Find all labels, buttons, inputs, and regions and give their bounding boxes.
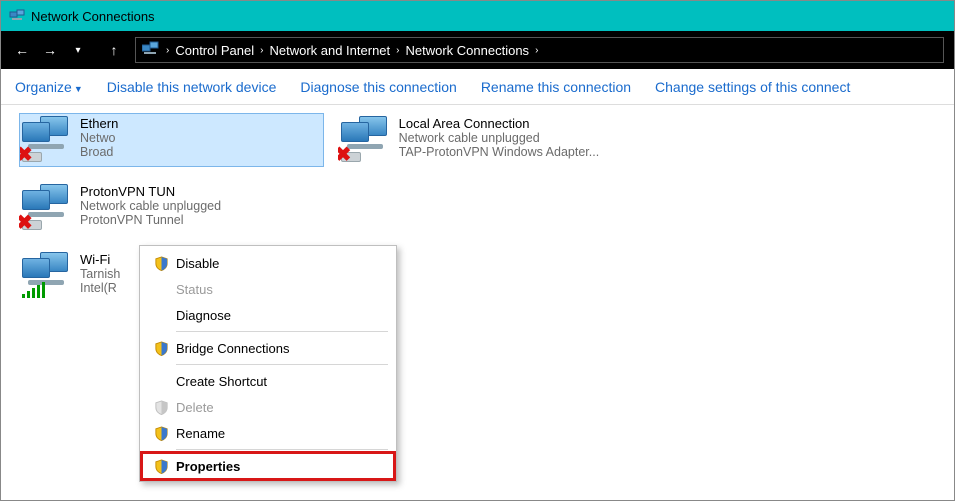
- crumb-network-internet[interactable]: Network and Internet: [265, 43, 394, 58]
- menu-label: Bridge Connections: [176, 341, 289, 356]
- connection-item-local-area[interactable]: ✖ Local Area Connection Network cable un…: [338, 113, 638, 167]
- menu-label: Create Shortcut: [176, 374, 267, 389]
- connection-item-ethernet[interactable]: ✖ Ethern Netwo Broad: [19, 113, 324, 167]
- connection-status: Netwo: [80, 131, 118, 145]
- menu-bridge[interactable]: Bridge Connections: [142, 335, 394, 361]
- menu-separator: [176, 331, 388, 332]
- organize-label: Organize: [15, 79, 72, 95]
- menu-properties[interactable]: Properties: [142, 453, 394, 479]
- window-icon: [9, 8, 25, 24]
- connection-device: Intel(R: [80, 281, 120, 295]
- menu-create-shortcut[interactable]: Create Shortcut: [142, 368, 394, 394]
- cmd-change-settings[interactable]: Change settings of this connect: [655, 79, 850, 95]
- menu-status: Status: [142, 276, 394, 302]
- menu-delete: Delete: [142, 394, 394, 420]
- connection-status: Network cable unplugged: [399, 131, 600, 145]
- menu-label: Status: [176, 282, 213, 297]
- x-error-icon: ✖: [19, 210, 33, 235]
- menu-label: Disable: [176, 256, 219, 271]
- menu-label: Properties: [176, 459, 240, 474]
- cmd-disable-device[interactable]: Disable this network device: [107, 79, 277, 95]
- title-bar: Network Connections: [1, 1, 954, 31]
- shield-icon: [150, 256, 172, 271]
- menu-rename[interactable]: Rename: [142, 420, 394, 446]
- menu-label: Diagnose: [176, 308, 231, 323]
- wifi-icon: [22, 252, 74, 300]
- shield-icon: [150, 341, 172, 356]
- context-menu: Disable Status Diagnose Bridge Connectio…: [139, 245, 397, 482]
- connection-device: TAP-ProtonVPN Windows Adapter...: [399, 145, 600, 159]
- address-bar: ← → ▾ ↑ › Control Panel › Network and In…: [1, 31, 954, 69]
- caret-down-icon: ▼: [74, 84, 83, 94]
- connection-status: Tarnish: [80, 267, 120, 281]
- x-error-icon: ✖: [19, 142, 33, 167]
- menu-label: Delete: [176, 400, 214, 415]
- connection-device: ProtonVPN Tunnel: [80, 213, 221, 227]
- connection-status: Network cable unplugged: [80, 199, 221, 213]
- recent-drop-icon[interactable]: ▾: [67, 39, 89, 61]
- window-title: Network Connections: [31, 9, 155, 24]
- breadcrumb-box[interactable]: › Control Panel › Network and Internet ›…: [135, 37, 944, 63]
- back-button[interactable]: ←: [11, 39, 33, 61]
- cmd-rename[interactable]: Rename this connection: [481, 79, 631, 95]
- ethernet-icon: ✖: [22, 184, 74, 232]
- forward-button[interactable]: →: [39, 39, 61, 61]
- x-error-icon: ✖: [338, 142, 352, 167]
- ethernet-icon: ✖: [341, 116, 393, 164]
- connection-device: Broad: [80, 145, 118, 159]
- menu-separator: [176, 449, 388, 450]
- chevron-right-icon: ›: [164, 45, 171, 56]
- path-icon: [142, 41, 160, 60]
- shield-icon: [150, 400, 172, 415]
- crumb-control-panel[interactable]: Control Panel: [171, 43, 258, 58]
- connection-item-protonvpn[interactable]: ✖ ProtonVPN TUN Network cable unplugged …: [19, 181, 319, 235]
- chevron-right-icon: ›: [394, 45, 401, 56]
- connection-name: Local Area Connection: [399, 116, 600, 131]
- content-area: ✖ Ethern Netwo Broad ✖ Local Area Connec…: [1, 105, 954, 325]
- cmd-diagnose[interactable]: Diagnose this connection: [300, 79, 456, 95]
- crumb-network-connections[interactable]: Network Connections: [402, 43, 534, 58]
- command-bar: Organize▼ Disable this network device Di…: [1, 69, 954, 105]
- connection-name: Ethern: [80, 116, 118, 131]
- menu-label: Rename: [176, 426, 225, 441]
- menu-separator: [176, 364, 388, 365]
- connection-name: Wi-Fi: [80, 252, 120, 267]
- up-button[interactable]: ↑: [103, 39, 125, 61]
- organize-menu[interactable]: Organize▼: [15, 79, 83, 95]
- connection-name: ProtonVPN TUN: [80, 184, 221, 199]
- menu-diagnose[interactable]: Diagnose: [142, 302, 394, 328]
- chevron-right-icon: ›: [533, 45, 540, 56]
- shield-icon: [150, 459, 172, 474]
- ethernet-icon: ✖: [22, 116, 74, 164]
- chevron-right-icon: ›: [258, 45, 265, 56]
- menu-disable[interactable]: Disable: [142, 250, 394, 276]
- shield-icon: [150, 426, 172, 441]
